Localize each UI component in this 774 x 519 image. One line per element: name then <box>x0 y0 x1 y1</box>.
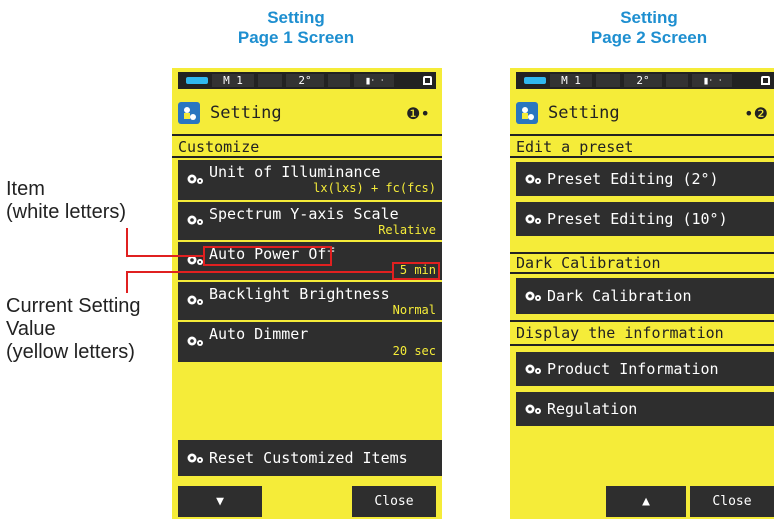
divider <box>172 156 442 158</box>
section-dark-calibration: Dark Calibration <box>516 254 661 272</box>
item-label: Regulation <box>547 400 638 418</box>
angle-indicator: 2° <box>624 74 662 87</box>
lock-icon <box>761 76 770 85</box>
gear-icon <box>525 174 541 184</box>
item-label: Reset Customized Items <box>209 449 408 467</box>
close-button-label: Close <box>712 494 752 509</box>
item-label: Dark Calibration <box>547 287 692 305</box>
blank-indicator-2 <box>328 74 350 87</box>
value-annotation: Current Setting Value (yellow letters) <box>6 295 141 364</box>
battery-icon <box>186 77 208 84</box>
item-dark-calibration[interactable]: Dark Calibration <box>516 278 774 314</box>
item-regulation[interactable]: Regulation <box>516 392 774 426</box>
status-bar: M 1 2° ▮ᐧ ᐧ <box>178 72 436 89</box>
value-callout-line <box>126 271 393 273</box>
item-callout-line-vert <box>126 228 128 256</box>
item-label: Unit of Illuminance <box>209 163 381 181</box>
divider <box>510 134 774 136</box>
page-title: Setting <box>548 103 620 123</box>
reset-customized-items-button[interactable]: Reset Customized Items <box>178 440 442 476</box>
gear-icon <box>187 453 203 463</box>
title-bar: Setting ❶• <box>172 92 442 134</box>
item-label: Preset Editing (2°) <box>547 170 719 188</box>
mode-indicator: M 1 <box>550 74 592 87</box>
page2-caption-line2: Page 2 Screen <box>590 28 708 47</box>
page-down-button[interactable]: ▼ <box>178 486 262 517</box>
item-backlight-brightness[interactable]: Backlight Brightness Normal <box>178 282 442 320</box>
battery-icon <box>524 77 546 84</box>
gear-icon <box>525 214 541 224</box>
page1-screen: M 1 2° ▮ᐧ ᐧ Setting ❶• Customize Unit of… <box>172 68 442 519</box>
page2-caption: Setting Page 2 Screen <box>549 8 749 48</box>
gear-icon <box>187 174 203 184</box>
item-annotation: Item (white letters) <box>6 178 126 224</box>
item-spectrum-y-axis-scale[interactable]: Spectrum Y-axis Scale Relative <box>178 202 442 240</box>
setting-icon <box>178 102 200 124</box>
value-annotation-line2: Value <box>6 318 56 340</box>
value-callout-box <box>392 262 440 280</box>
page-title: Setting <box>210 103 282 123</box>
close-button[interactable]: Close <box>352 486 436 517</box>
gear-icon <box>525 291 541 301</box>
blank-indicator-2 <box>666 74 688 87</box>
item-product-information[interactable]: Product Information <box>516 352 774 386</box>
title-bar: Setting •❷ <box>510 92 774 134</box>
divider <box>510 344 774 346</box>
item-auto-dimmer[interactable]: Auto Dimmer 20 sec <box>178 322 442 362</box>
value-annotation-line3: (yellow letters) <box>6 341 135 363</box>
divider <box>510 156 774 158</box>
item-label: Product Information <box>547 360 719 378</box>
value-callout-line-vert <box>126 271 128 293</box>
gear-icon <box>525 364 541 374</box>
divider <box>510 320 774 322</box>
item-label: Auto Dimmer <box>209 325 309 343</box>
gear-icon <box>525 404 541 414</box>
item-unit-of-illuminance[interactable]: Unit of Illuminance lx(lxs) + fc(fcs) <box>178 160 442 200</box>
item-callout-line <box>126 255 204 257</box>
angle-indicator: 2° <box>286 74 324 87</box>
page-indicator: ❶• <box>406 104 430 123</box>
status-bar: M 1 2° ▮ᐧ ᐧ <box>516 72 774 89</box>
item-annotation-line1: Item <box>6 178 45 200</box>
page-indicator: •❷ <box>744 104 768 123</box>
up-arrow-icon: ▲ <box>642 494 650 509</box>
page-up-button[interactable]: ▲ <box>606 486 686 517</box>
setting-icon <box>516 102 538 124</box>
item-preset-editing-2[interactable]: Preset Editing (2°) <box>516 162 774 196</box>
close-button-label: Close <box>374 494 414 509</box>
blank-indicator <box>258 74 282 87</box>
signal-indicator-icon: ▮ᐧ ᐧ <box>692 74 732 87</box>
page2-caption-line1: Setting <box>620 8 678 27</box>
section-customize: Customize <box>178 138 260 156</box>
lock-icon <box>423 76 432 85</box>
gear-icon <box>187 336 203 346</box>
section-display-information: Display the information <box>516 324 724 342</box>
blank-indicator <box>596 74 620 87</box>
signal-indicator-icon: ▮ᐧ ᐧ <box>354 74 394 87</box>
close-button[interactable]: Close <box>690 486 774 517</box>
page2-screen: M 1 2° ▮ᐧ ᐧ Setting •❷ Edit a preset Pre… <box>510 68 774 519</box>
item-label: Spectrum Y-axis Scale <box>209 205 399 223</box>
page1-caption: Setting Page 1 Screen <box>196 8 396 48</box>
item-value: 20 sec <box>392 344 436 358</box>
item-value: lx(lxs) + fc(fcs) <box>313 181 436 195</box>
mode-indicator: M 1 <box>212 74 254 87</box>
item-value: Normal <box>392 303 436 317</box>
item-value: Relative <box>378 223 436 237</box>
item-preset-editing-10[interactable]: Preset Editing (10°) <box>516 202 774 236</box>
item-annotation-line2: (white letters) <box>6 201 127 223</box>
item-label: Preset Editing (10°) <box>547 210 728 228</box>
section-edit-preset: Edit a preset <box>516 138 634 156</box>
gear-icon <box>187 295 203 305</box>
value-annotation-line1: Current Setting <box>6 295 141 317</box>
page1-caption-line2: Page 1 Screen <box>237 28 355 47</box>
item-label: Backlight Brightness <box>209 285 390 303</box>
item-callout-box <box>203 246 332 266</box>
divider <box>510 272 774 274</box>
gear-icon <box>187 215 203 225</box>
divider <box>172 134 442 136</box>
page1-caption-line1: Setting <box>267 8 325 27</box>
down-arrow-icon: ▼ <box>216 494 224 509</box>
